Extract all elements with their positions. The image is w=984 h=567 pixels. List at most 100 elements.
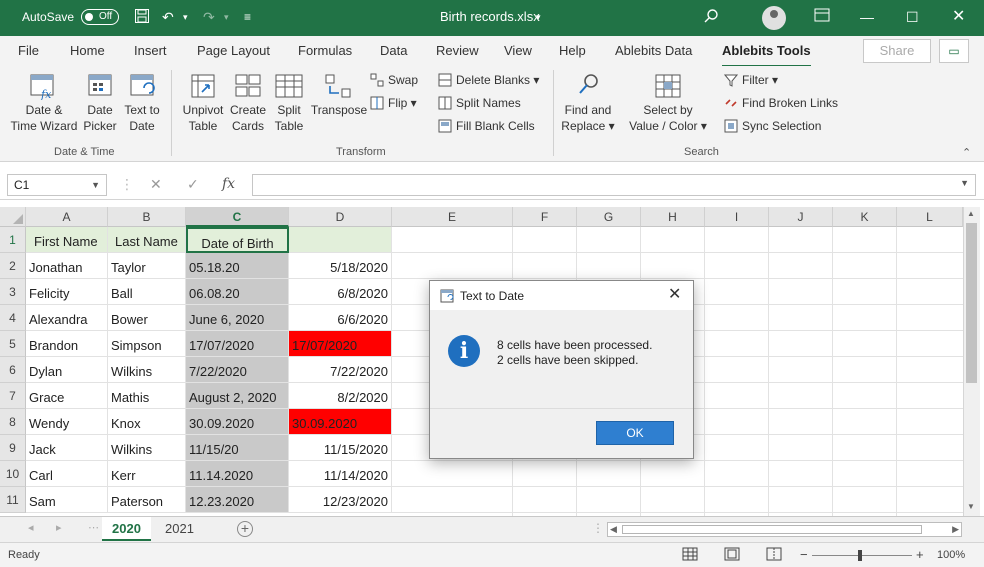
skipped-cell[interactable]: 17/07/2020 (289, 331, 392, 357)
filter-button[interactable]: Filter ▾ (724, 72, 778, 88)
table-cell[interactable]: Brandon (26, 331, 108, 357)
column-header-d[interactable]: D (289, 207, 392, 227)
autosave-toggle[interactable]: Off (81, 9, 119, 25)
table-cell[interactable]: 6/8/2020 (289, 279, 392, 305)
select-all-corner[interactable] (0, 207, 26, 227)
table-cell[interactable]: 11/15/2020 (289, 435, 392, 461)
table-cell[interactable]: Kerr (108, 461, 186, 487)
row-header[interactable]: 10 (0, 461, 26, 487)
enter-icon[interactable]: ✓ (187, 176, 199, 193)
ok-button[interactable]: OK (596, 421, 674, 445)
tab-home[interactable]: Home (70, 43, 105, 58)
table-cell[interactable]: Felicity (26, 279, 108, 305)
column-header-b[interactable]: B (108, 207, 186, 227)
date-time-wizard-button[interactable]: fx Date & Time Wizard (8, 72, 80, 134)
table-cell[interactable]: Simpson (108, 331, 186, 357)
column-header-k[interactable]: K (833, 207, 897, 227)
horizontal-scrollbar[interactable]: ◀ ▶ (607, 522, 962, 537)
create-cards-button[interactable]: Create Cards (228, 72, 268, 134)
scroll-left-icon[interactable]: ◀ (610, 524, 617, 535)
column-header-j[interactable]: J (769, 207, 833, 227)
formula-bar-options-icon[interactable]: ⋮ (120, 176, 134, 193)
tab-split-handle[interactable]: ⋮ (592, 521, 604, 535)
cell-c1-active[interactable]: Date of Birth (186, 227, 289, 253)
find-broken-links-button[interactable]: Find Broken Links (724, 95, 838, 111)
redo-dropdown-icon[interactable]: ▾ (224, 8, 229, 26)
table-cell[interactable]: 30.09.2020 (186, 409, 289, 435)
tab-formulas[interactable]: Formulas (298, 43, 352, 58)
row-header[interactable]: 1 (0, 227, 26, 253)
split-table-button[interactable]: Split Table (268, 72, 310, 134)
tab-data[interactable]: Data (380, 43, 407, 58)
table-cell[interactable]: Wendy (26, 409, 108, 435)
name-box[interactable]: C1 ▼ (7, 174, 107, 196)
add-sheet-icon[interactable]: + (237, 521, 253, 537)
cancel-icon[interactable]: ✕ (150, 176, 162, 193)
table-cell[interactable]: Wilkins (108, 435, 186, 461)
close-icon[interactable]: ✕ (668, 284, 681, 304)
cell-d1[interactable] (289, 227, 392, 253)
prev-sheet-icon[interactable]: ◂ (28, 521, 34, 534)
row-header[interactable]: 8 (0, 409, 26, 435)
table-cell[interactable]: Bower (108, 305, 186, 331)
sheet-tab-2020[interactable]: 2020 (102, 517, 151, 541)
table-cell[interactable]: 06.08.20 (186, 279, 289, 305)
row-header[interactable]: 9 (0, 435, 26, 461)
normal-view-icon[interactable] (682, 547, 698, 564)
table-cell[interactable]: Jonathan (26, 253, 108, 279)
expand-formula-bar-icon[interactable]: ▼ (960, 178, 969, 188)
column-header-l[interactable]: L (897, 207, 963, 227)
table-cell[interactable]: Carl (26, 461, 108, 487)
avatar[interactable] (762, 6, 786, 30)
minimize-icon[interactable]: — (860, 8, 874, 26)
tab-review[interactable]: Review (436, 43, 479, 58)
table-cell[interactable]: Sam (26, 487, 108, 513)
undo-icon[interactable]: ↶ (162, 8, 174, 26)
insert-function-icon[interactable]: fx (222, 176, 235, 192)
tab-file[interactable]: File (18, 43, 39, 58)
tab-insert[interactable]: Insert (134, 43, 167, 58)
table-cell[interactable]: Wilkins (108, 357, 186, 383)
zoom-out-icon[interactable]: − (800, 547, 808, 562)
column-header-c[interactable]: C (186, 207, 289, 227)
share-button[interactable]: Share (863, 39, 931, 63)
table-cell[interactable]: 17/07/2020 (186, 331, 289, 357)
undo-dropdown-icon[interactable]: ▾ (183, 8, 188, 26)
table-cell[interactable]: Taylor (108, 253, 186, 279)
redo-icon[interactable]: ↷ (203, 8, 215, 26)
table-cell[interactable]: 5/18/2020 (289, 253, 392, 279)
ribbon-display-icon[interactable] (814, 8, 830, 26)
split-names-button[interactable]: Split Names (438, 95, 521, 111)
table-cell[interactable]: 11/14/2020 (289, 461, 392, 487)
formula-input[interactable]: ▼ (252, 174, 976, 196)
vertical-scroll-thumb[interactable] (966, 223, 977, 383)
next-sheet-icon[interactable]: ▸ (56, 521, 62, 534)
save-icon[interactable] (134, 8, 150, 28)
table-cell[interactable]: 11/15/20 (186, 435, 289, 461)
collapse-ribbon-icon[interactable]: ⌃ (962, 146, 971, 159)
find-and-replace-button[interactable]: Find and Replace ▾ (558, 72, 618, 134)
page-layout-view-icon[interactable] (724, 547, 740, 564)
customize-qat-icon[interactable]: ≡ (244, 8, 251, 26)
column-header-e[interactable]: E (392, 207, 513, 227)
close-icon[interactable]: ✕ (952, 8, 965, 26)
table-cell[interactable]: 8/2/2020 (289, 383, 392, 409)
row-header[interactable]: 5 (0, 331, 26, 357)
table-cell[interactable]: Knox (108, 409, 186, 435)
table-cell[interactable]: 05.18.20 (186, 253, 289, 279)
scroll-right-icon[interactable]: ▶ (952, 524, 959, 535)
file-name[interactable]: Birth records.xlsx (440, 9, 540, 24)
name-box-dropdown-icon[interactable]: ▼ (91, 175, 100, 195)
table-cell[interactable]: Grace (26, 383, 108, 409)
table-cell[interactable]: 7/22/2020 (186, 357, 289, 383)
sheet-options-icon[interactable]: ⋯ (88, 521, 99, 534)
row-header[interactable]: 4 (0, 305, 26, 331)
cell-a1[interactable]: First Name (26, 227, 108, 253)
column-header-i[interactable]: I (705, 207, 769, 227)
zoom-slider-thumb[interactable] (858, 550, 862, 561)
maximize-icon[interactable]: ☐ (906, 8, 919, 26)
page-break-view-icon[interactable] (766, 547, 782, 564)
file-name-dropdown-icon[interactable]: ▾ (536, 8, 541, 26)
tab-ablebits-tools[interactable]: Ablebits Tools (722, 43, 811, 68)
row-header[interactable]: 6 (0, 357, 26, 383)
